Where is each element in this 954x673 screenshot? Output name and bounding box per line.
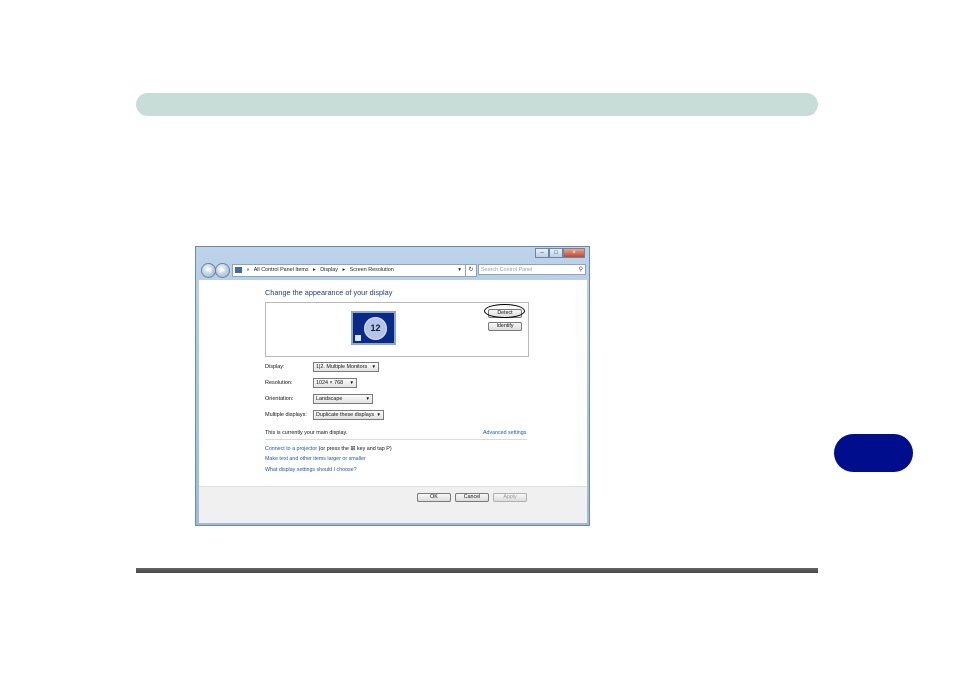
control-panel-icon <box>235 266 242 273</box>
breadcrumb-screen-resolution[interactable]: Screen Resolution <box>350 267 394 273</box>
breadcrumb-separator-icon: ▸ <box>313 267 316 273</box>
search-icon[interactable]: ⚲ <box>579 265 583 276</box>
header-bar <box>136 93 818 116</box>
text-size-link[interactable]: Make text and other items larger or smal… <box>265 456 366 462</box>
display-label: Display: <box>265 364 285 370</box>
back-button[interactable]: ◀ <box>201 263 216 278</box>
display-settings-help-link[interactable]: What display settings should I choose? <box>265 467 357 473</box>
forward-button[interactable]: ▶ <box>215 263 230 278</box>
breadcrumb-all-control-panel-items[interactable]: All Control Panel Items <box>254 267 309 273</box>
windows-key-icon: ⊞ <box>350 446 356 452</box>
breadcrumb-separator-icon: ▸ <box>342 267 346 273</box>
window-controls: – □ × <box>535 248 585 258</box>
refresh-button[interactable]: ↻ <box>465 264 477 277</box>
address-dropdown-icon[interactable]: ▾ <box>458 265 461 276</box>
address-prefix: « <box>246 267 250 273</box>
cancel-button[interactable]: Cancel <box>455 493 489 502</box>
address-bar[interactable]: « All Control Panel Items ▸ Display ▸ Sc… <box>232 264 467 277</box>
footer-rule <box>136 568 818 573</box>
divider <box>265 439 527 440</box>
content-pane: Change the appearance of your display 12… <box>199 280 587 486</box>
projector-suffix-b: key and tap P) <box>356 446 392 452</box>
close-button[interactable]: × <box>563 248 585 258</box>
projector-suffix-a: (or press the <box>318 446 349 452</box>
multiple-displays-label: Multiple displays: <box>265 412 307 418</box>
monitor-thumbnail[interactable]: 12 <box>351 311 396 345</box>
multiple-displays-select[interactable]: Duplicate these displays ▼ <box>313 410 384 420</box>
detect-highlight-ring <box>484 304 525 318</box>
chevron-down-icon: ▼ <box>376 412 381 417</box>
connect-projector-link[interactable]: Connect to a projector <box>265 446 317 452</box>
monitor-number: 12 <box>370 323 381 333</box>
multiple-displays-select-value: Duplicate these displays <box>316 412 375 418</box>
display-select[interactable]: 1|2. Multiple Monitors ▼ <box>313 362 379 372</box>
orientation-select-value: Landscape <box>316 396 343 402</box>
ok-button[interactable]: OK <box>417 493 451 502</box>
chevron-down-icon: ▼ <box>349 380 354 385</box>
orientation-select[interactable]: Landscape ▼ <box>313 394 373 404</box>
resolution-select-value: 1024 × 768 <box>316 380 344 386</box>
dialog-footer: OK Cancel Apply <box>199 486 587 523</box>
orientation-label: Orientation: <box>265 396 294 402</box>
resolution-select[interactable]: 1024 × 768 ▼ <box>313 378 357 388</box>
minimize-button[interactable]: – <box>535 248 549 258</box>
display-select-value: 1|2. Multiple Monitors <box>316 364 368 370</box>
apply-button[interactable]: Apply <box>493 493 527 502</box>
search-input[interactable]: Search Control Panel ⚲ <box>478 264 586 275</box>
projector-line: Connect to a projector (or press the ⊞ k… <box>265 445 392 452</box>
chapter-tab <box>834 434 913 472</box>
identify-button[interactable]: Identify <box>488 322 522 331</box>
breadcrumb-display[interactable]: Display <box>320 267 338 273</box>
advanced-settings-link[interactable]: Advanced settings <box>483 430 526 436</box>
main-display-text: This is currently your main display. <box>265 430 348 436</box>
page-title: Change the appearance of your display <box>265 288 393 297</box>
screen-resolution-window: – □ × ◀ ▶ « All Control Panel Items ▸ Di… <box>195 246 590 526</box>
navigation-bar: ◀ ▶ « All Control Panel Items ▸ Display … <box>199 263 587 278</box>
chevron-down-icon: ▼ <box>365 396 370 401</box>
search-placeholder: Search Control Panel <box>481 267 533 273</box>
chevron-down-icon: ▼ <box>371 364 376 369</box>
monitor-shadow <box>355 335 361 341</box>
maximize-button[interactable]: □ <box>549 248 563 258</box>
resolution-label: Resolution: <box>265 380 293 386</box>
